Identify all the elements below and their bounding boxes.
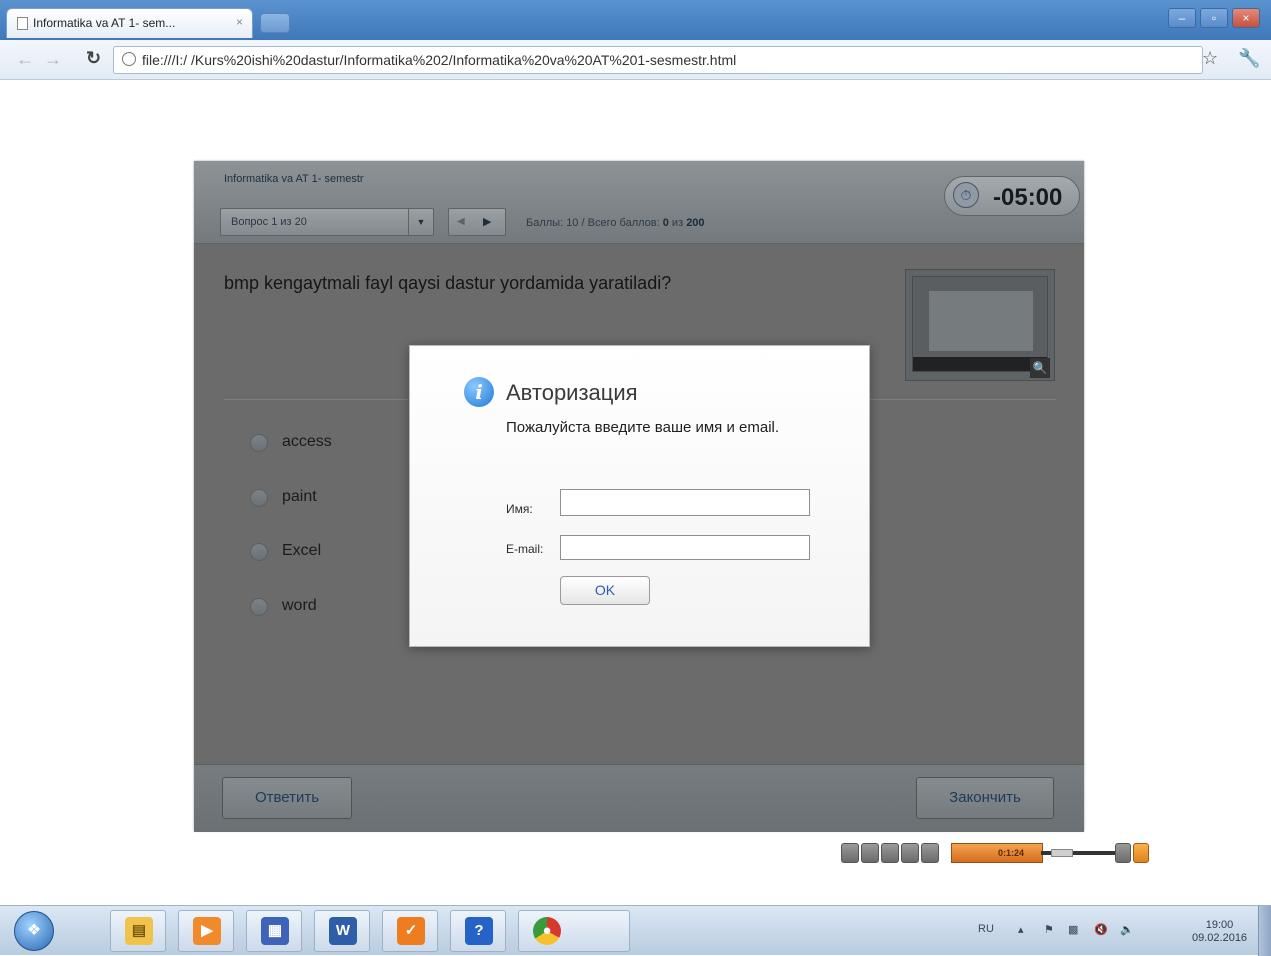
clock-date: 09.02.2016 (1192, 932, 1248, 944)
name-field[interactable] (560, 489, 810, 516)
zoom-icon[interactable]: 🔍 (1030, 358, 1050, 378)
taskbar-app[interactable]: ▦ (246, 910, 302, 952)
control-button[interactable] (1115, 843, 1131, 863)
question-nav: ◀ ▶ (448, 208, 506, 236)
control-button[interactable] (901, 843, 919, 863)
control-button[interactable] (861, 843, 879, 863)
tab-title: Informatika va AT 1- sem... (33, 16, 176, 30)
radio-button[interactable] (250, 489, 268, 507)
chrome-icon: ● (533, 917, 561, 945)
back-arrow-icon[interactable]: ← (16, 49, 34, 70)
maximize-button[interactable]: ▫ (1200, 8, 1228, 28)
info-icon: i (464, 377, 494, 407)
floppy-icon: ▦ (261, 917, 289, 945)
prev-question-icon[interactable]: ◀ (457, 216, 465, 227)
answer-button[interactable]: Ответить (222, 777, 352, 819)
option-label[interactable]: paint (282, 488, 317, 506)
option-label[interactable]: Excel (282, 542, 321, 560)
volume-knob[interactable] (1051, 849, 1073, 857)
next-question-icon[interactable]: ▶ (483, 215, 491, 228)
chevron-down-icon[interactable]: ▼ (408, 209, 433, 235)
control-button[interactable] (1133, 843, 1149, 863)
new-tab-button[interactable] (260, 13, 290, 33)
language-indicator[interactable]: RU (978, 923, 994, 935)
authorization-dialog: i Авторизация Пожалуйста введите ваше им… (409, 345, 870, 647)
total-points-of: из (671, 217, 684, 229)
flag-icon[interactable]: ⚑ (1044, 923, 1054, 936)
tab-close-button[interactable]: × (236, 15, 243, 29)
dialog-title: Авторизация (506, 380, 638, 405)
taskbar: ❖ ▤ ▶ ▦ W ✓ ? ● RU ▴ ⚑ ▩ 🔇 🔈 19:00 09.02… (0, 905, 1271, 956)
option-label[interactable]: word (282, 597, 317, 615)
checkmark-icon: ✓ (397, 917, 425, 945)
browser-tab[interactable]: Informatika va AT 1- sem... × (6, 8, 253, 38)
control-button[interactable] (921, 843, 939, 863)
option-label[interactable]: access (282, 433, 332, 451)
taskbar-media-player[interactable]: ▶ (178, 910, 234, 952)
question-select-value: Вопрос 1 из 20 (231, 216, 307, 228)
clock[interactable]: 19:00 09.02.2016 (1192, 919, 1247, 945)
forward-arrow-icon[interactable]: → (44, 49, 62, 70)
timer: ⏱ -05:00 (944, 176, 1080, 216)
radio-button[interactable] (250, 434, 268, 452)
control-button[interactable] (841, 843, 859, 863)
start-button[interactable]: ❖ (14, 911, 54, 951)
thumbnail-screen (929, 291, 1033, 351)
media-player-icon: ▶ (193, 917, 221, 945)
question-points: Баллы: 10 (526, 217, 579, 229)
page-info-icon[interactable] (122, 52, 136, 66)
name-label: Имя: (506, 502, 533, 516)
taskbar-chrome[interactable]: ● (518, 910, 630, 952)
thumbnail-taskbar (913, 357, 1047, 371)
clock-time: 19:00 (1205, 919, 1234, 931)
radio-button[interactable] (250, 543, 268, 561)
question-select[interactable]: Вопрос 1 из 20 ▼ (220, 208, 434, 236)
playback-progress[interactable]: 0:1:24 (951, 843, 1043, 863)
email-field[interactable] (560, 535, 810, 560)
browser-toolbar: ← → ↻ file:///I:/ /Kurs%20ishi%20dastur/… (0, 40, 1271, 80)
dialog-message: Пожалуйста введите ваше имя и email. (506, 419, 780, 436)
timer-value: -05:00 (993, 184, 1063, 211)
taskbar-quiz-maker[interactable]: ✓ (382, 910, 438, 952)
question-text: bmp kengaytmali fayl qaysi dastur yordam… (224, 273, 672, 293)
tray-arrow-icon[interactable]: ▴ (1018, 923, 1024, 936)
network-icon[interactable]: ▩ (1068, 923, 1078, 936)
minimize-button[interactable]: – (1168, 8, 1196, 28)
ok-button[interactable]: OK (560, 576, 650, 605)
question-thumbnail[interactable]: 🔍 (905, 269, 1055, 381)
total-points-label: Всего баллов: (587, 217, 660, 229)
close-window-button[interactable]: × (1232, 8, 1260, 28)
quiz-header: Informatika va AT 1- semestr Вопрос 1 из… (194, 161, 1084, 244)
email-label: E-mail: (506, 542, 544, 556)
player-controls: 0:1:24 (841, 843, 1149, 867)
total-points-max: 200 (686, 217, 705, 229)
wrench-icon[interactable]: 🔧 (1238, 48, 1260, 69)
thumbnail-image (912, 276, 1048, 372)
show-desktop-button[interactable] (1258, 906, 1271, 956)
page-icon (17, 17, 28, 30)
url-text[interactable]: file:///I:/ /Kurs%20ishi%20dastur/Inform… (142, 52, 736, 68)
finish-button[interactable]: Закончить (916, 777, 1054, 819)
control-button[interactable] (881, 843, 899, 863)
star-icon[interactable]: ☆ (1202, 48, 1218, 69)
taskbar-word[interactable]: W (314, 910, 370, 952)
help-icon: ? (465, 917, 493, 945)
stopwatch-icon: ⏱ (953, 182, 979, 208)
word-icon: W (329, 917, 357, 945)
total-points-value: 0 (662, 217, 669, 229)
browser-titlebar: Informatika va AT 1- sem... × – ▫ × (0, 0, 1271, 40)
address-bar[interactable]: file:///I:/ /Kurs%20ishi%20dastur/Inform… (113, 46, 1203, 74)
score-info: Баллы: 10 / Всего баллов: 0 из 200 (526, 217, 705, 229)
volume-icon[interactable]: 🔈 (1120, 923, 1134, 936)
folder-icon: ▤ (125, 917, 153, 945)
taskbar-help[interactable]: ? (450, 910, 506, 952)
speaker-muted-icon[interactable]: 🔇 (1094, 923, 1108, 936)
quiz-title: Informatika va AT 1- semestr (224, 173, 364, 185)
playback-time: 0:1:24 (998, 848, 1025, 858)
score-separator: / (581, 217, 585, 229)
taskbar-explorer[interactable]: ▤ (110, 910, 166, 952)
reload-icon[interactable]: ↻ (86, 48, 101, 69)
quiz-footer: Ответить Закончить (194, 764, 1084, 832)
radio-button[interactable] (250, 598, 268, 616)
